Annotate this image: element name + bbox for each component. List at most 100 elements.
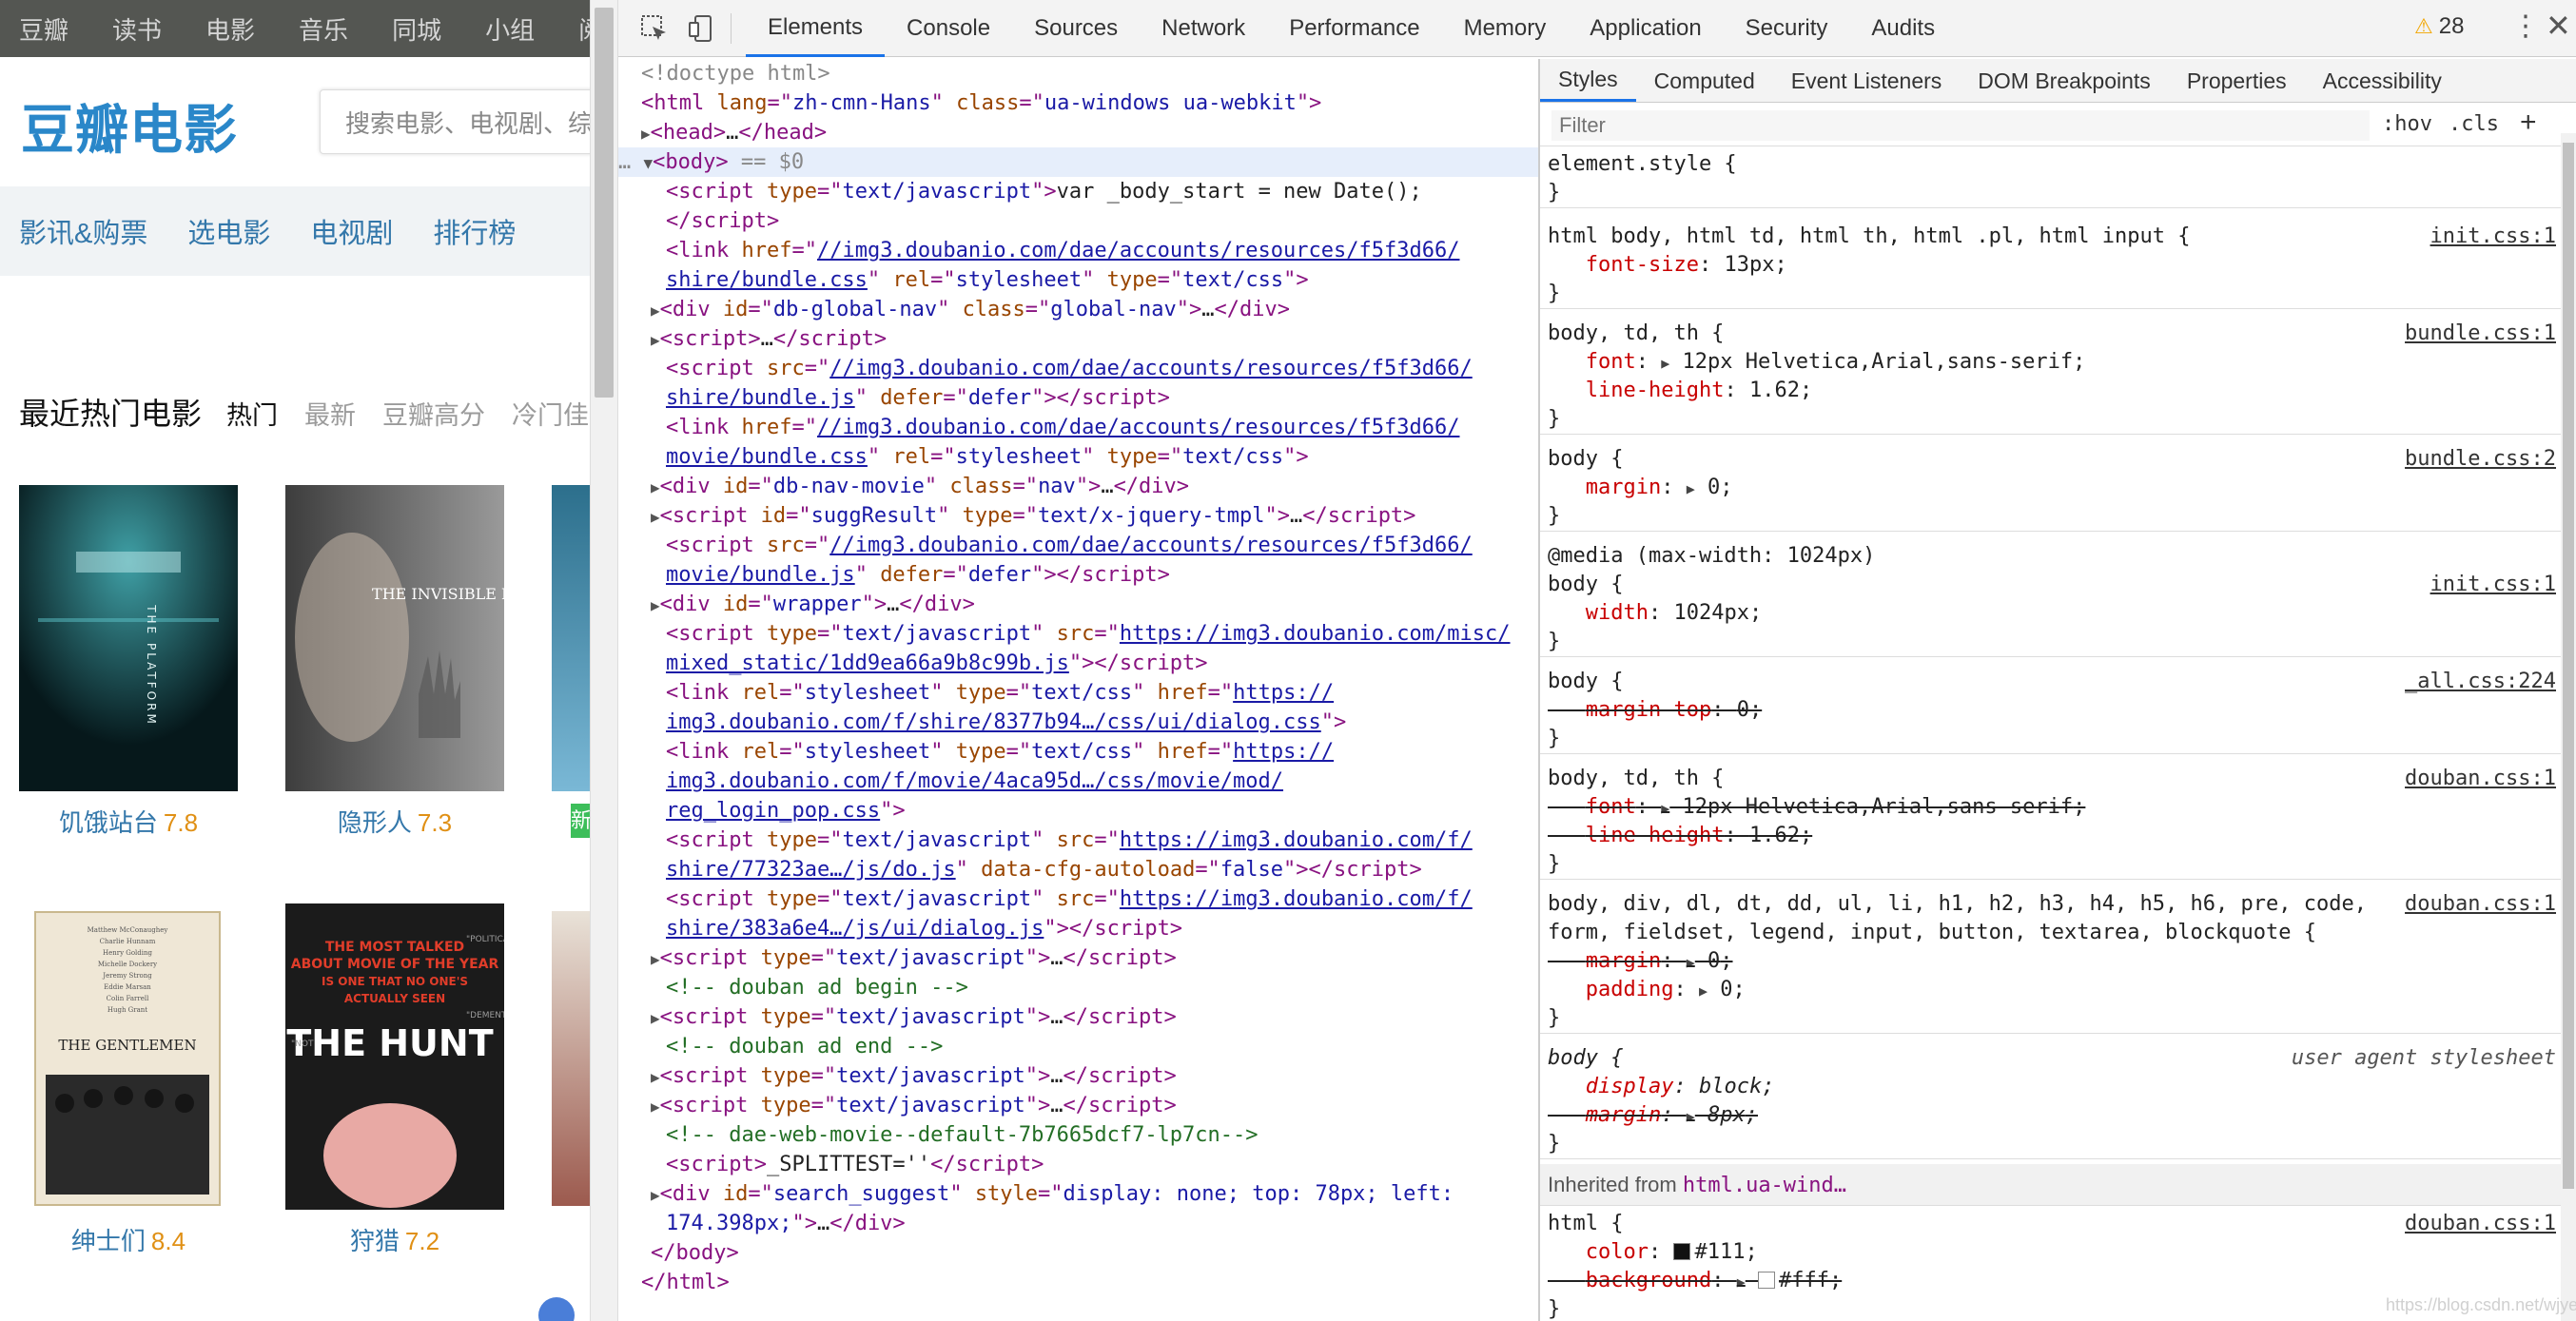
tree-line[interactable]: shire/77323ae…/js/do.js" data-cfg-autolo… [666,855,1538,884]
tree-line[interactable]: <script type="text/javascript" src="http… [666,884,1538,914]
tree-line[interactable]: mixed_static/1dd9ea66a9b8c99b.js"></scri… [666,649,1538,678]
tree-line[interactable]: <script src="//img3.doubanio.com/dae/acc… [666,531,1538,560]
tree-line[interactable]: <!-- douban ad begin --> [666,973,1538,1002]
tree-line[interactable]: ▶<div id="db-global-nav" class="global-n… [651,295,1538,324]
tree-line[interactable]: <script>_SPLITTEST=''</script> [666,1150,1538,1179]
tree-line[interactable]: <link href="//img3.doubanio.com/dae/acco… [666,236,1538,265]
tree-line[interactable]: ▶<div id="db-nav-movie" class="nav">…</d… [651,472,1538,501]
device-toolbar-icon[interactable] [687,13,717,49]
tree-line[interactable]: ▶<script id="suggResult" type="text/x-jq… [651,501,1538,531]
movie-title[interactable]: 隐形人 [338,808,412,837]
color-swatch[interactable] [1673,1243,1691,1260]
movie-poster[interactable]: THE MOST TALKED ABOUT MOVIE OF THE YEAR … [285,903,504,1210]
tab-console[interactable]: Console [885,0,1012,57]
tab-niche[interactable]: 冷门佳 [512,395,589,432]
tree-line[interactable]: ▶<script>…</script> [651,324,1538,354]
movie-caption[interactable]: 隐形人 7.3 [285,804,504,839]
scrollbar-thumb[interactable] [595,8,614,398]
douban-movie-logo[interactable]: 豆瓣电影 [21,87,238,165]
tree-line[interactable]: <link rel="stylesheet" type="text/css" h… [666,737,1538,767]
tree-line[interactable]: <script type="text/javascript" src="http… [666,619,1538,649]
tree-line[interactable]: ▶<div id="search_suggest" style="display… [651,1179,1538,1209]
movie-poster[interactable]: THE PLATFORM [19,485,238,791]
class-toggle[interactable]: .cls [2449,112,2499,136]
movie-caption[interactable]: 狩猎 7.2 [285,1222,504,1257]
tree-line-selected[interactable]: … ▼<body> == $0 [618,147,1538,177]
tree-line[interactable]: ▶<head>…</head> [641,118,1538,147]
nav-local[interactable]: 同城 [392,11,441,47]
css-rule[interactable]: @media (max-width: 1024px) body {init.cs… [1540,542,2562,657]
more-options-icon[interactable]: ⋮ [2511,10,2540,44]
subnav-explore[interactable]: 选电影 [187,211,270,251]
movie-caption[interactable]: 饥饿站台 7.8 [19,804,238,839]
nav-movie[interactable]: 电影 [205,11,255,47]
page-scrollbar[interactable] [590,0,618,1321]
tab-event-listeners[interactable]: Event Listeners [1773,59,1961,102]
inspect-element-icon[interactable] [639,13,670,49]
tree-line[interactable]: movie/bundle.css" rel="stylesheet" type=… [666,442,1538,472]
tab-computed[interactable]: Computed [1636,59,1773,102]
tree-line[interactable]: ▶<script type="text/javascript">…</scrip… [651,1061,1538,1091]
tab-latest[interactable]: 最新 [304,395,356,432]
nav-read[interactable]: 阅 [578,11,590,47]
css-rule[interactable]: body {user agent stylesheet display: blo… [1540,1044,2562,1159]
search-input[interactable]: 搜索电影、电视剧、综 [320,89,590,154]
tree-line[interactable]: ▶<script type="text/javascript">…</scrip… [651,1091,1538,1120]
tree-line[interactable]: </body> [651,1238,1538,1268]
hover-state-toggle[interactable]: :hov [2382,112,2432,136]
color-swatch[interactable] [1757,1272,1775,1289]
tree-line[interactable]: shire/bundle.css" rel="stylesheet" type=… [666,265,1538,295]
close-icon[interactable]: ✕ [2546,8,2571,44]
tab-sources[interactable]: Sources [1012,0,1140,57]
tree-line[interactable]: <script type="text/javascript" src="http… [666,826,1538,855]
css-rule[interactable]: body, div, dl, dt, dd, ul, li, h1, h2, h… [1540,890,2562,1034]
tab-dom-breakpoints[interactable]: DOM Breakpoints [1960,59,2169,102]
subnav-chart[interactable]: 排行榜 [433,211,516,251]
tab-audits[interactable]: Audits [1849,0,1957,57]
tree-line[interactable]: ▶<script type="text/javascript">…</scrip… [651,1002,1538,1032]
tree-line[interactable]: ▶<script type="text/javascript">…</scrip… [651,943,1538,973]
tab-performance[interactable]: Performance [1267,0,1441,57]
tab-styles[interactable]: Styles [1540,59,1636,102]
css-rule[interactable]: body {bundle.css:2 margin: ▶ 0; } [1540,445,2562,532]
tree-line[interactable]: <html lang="zh-cmn-Hans" class="ua-windo… [641,88,1538,118]
movie-poster[interactable]: Matthew McConaughey Charlie Hunnam Henry G… [34,911,221,1206]
tree-line[interactable]: <script src="//img3.doubanio.com/dae/acc… [666,354,1538,383]
tree-line[interactable]: shire/bundle.js" defer="defer"></script> [666,383,1538,413]
tree-line[interactable]: shire/383a6e4…/js/ui/dialog.js"></script… [666,914,1538,943]
subnav-tickets[interactable]: 影讯&购票 [19,211,147,251]
warnings-counter[interactable]: ⚠ 28 [2414,13,2464,40]
tree-line[interactable]: </script> [666,206,1538,236]
movie-title[interactable]: 饥饿站台 [59,808,158,837]
tab-properties[interactable]: Properties [2169,59,2305,102]
tab-application[interactable]: Application [1568,0,1723,57]
movie-title[interactable]: 绅士们 [71,1227,146,1255]
scrollbar-thumb[interactable] [2563,143,2574,1189]
nav-music[interactable]: 音乐 [299,11,348,47]
tab-memory[interactable]: Memory [1442,0,1569,57]
tree-line[interactable]: <link rel="stylesheet" type="text/css" h… [666,678,1538,708]
css-rule[interactable]: body {_all.css:224 margin-top: 0; } [1540,668,2562,754]
tab-hot[interactable]: 热门 [226,395,278,432]
tree-line[interactable]: <link href="//img3.doubanio.com/dae/acco… [666,413,1538,442]
inherited-target-link[interactable]: html.ua-wind… [1683,1174,1846,1197]
tree-line[interactable]: img3.doubanio.com/f/movie/4aca95d…/css/m… [666,767,1538,796]
tree-line[interactable]: <!doctype html> [641,59,1538,88]
tree-line[interactable]: <script type="text/javascript">var _body… [666,177,1538,206]
nav-book[interactable]: 读书 [112,11,162,47]
tree-line[interactable]: ▶<div id="wrapper">…</div> [651,590,1538,619]
tree-line[interactable]: <!-- dae-web-movie--default-7b7665dcf7-l… [666,1120,1538,1150]
movie-poster-partial[interactable] [552,911,590,1206]
subnav-tv[interactable]: 电视剧 [310,211,393,251]
movie-poster[interactable]: THE INVISIBLE MAN [285,485,504,791]
movie-title[interactable]: 狩猎 [350,1227,400,1255]
scroll-top-button[interactable] [538,1297,575,1321]
tree-line[interactable]: 174.398px;">…</div> [666,1209,1538,1238]
tab-top-rated[interactable]: 豆瓣高分 [382,395,485,432]
styles-filter-input[interactable] [1551,110,2370,141]
tree-line[interactable]: reg_login_pop.css"> [666,796,1538,826]
tree-line[interactable]: movie/bundle.js" defer="defer"></script> [666,560,1538,590]
tab-security[interactable]: Security [1724,0,1850,57]
nav-douban[interactable]: 豆瓣 [19,11,68,47]
tab-network[interactable]: Network [1140,0,1267,57]
